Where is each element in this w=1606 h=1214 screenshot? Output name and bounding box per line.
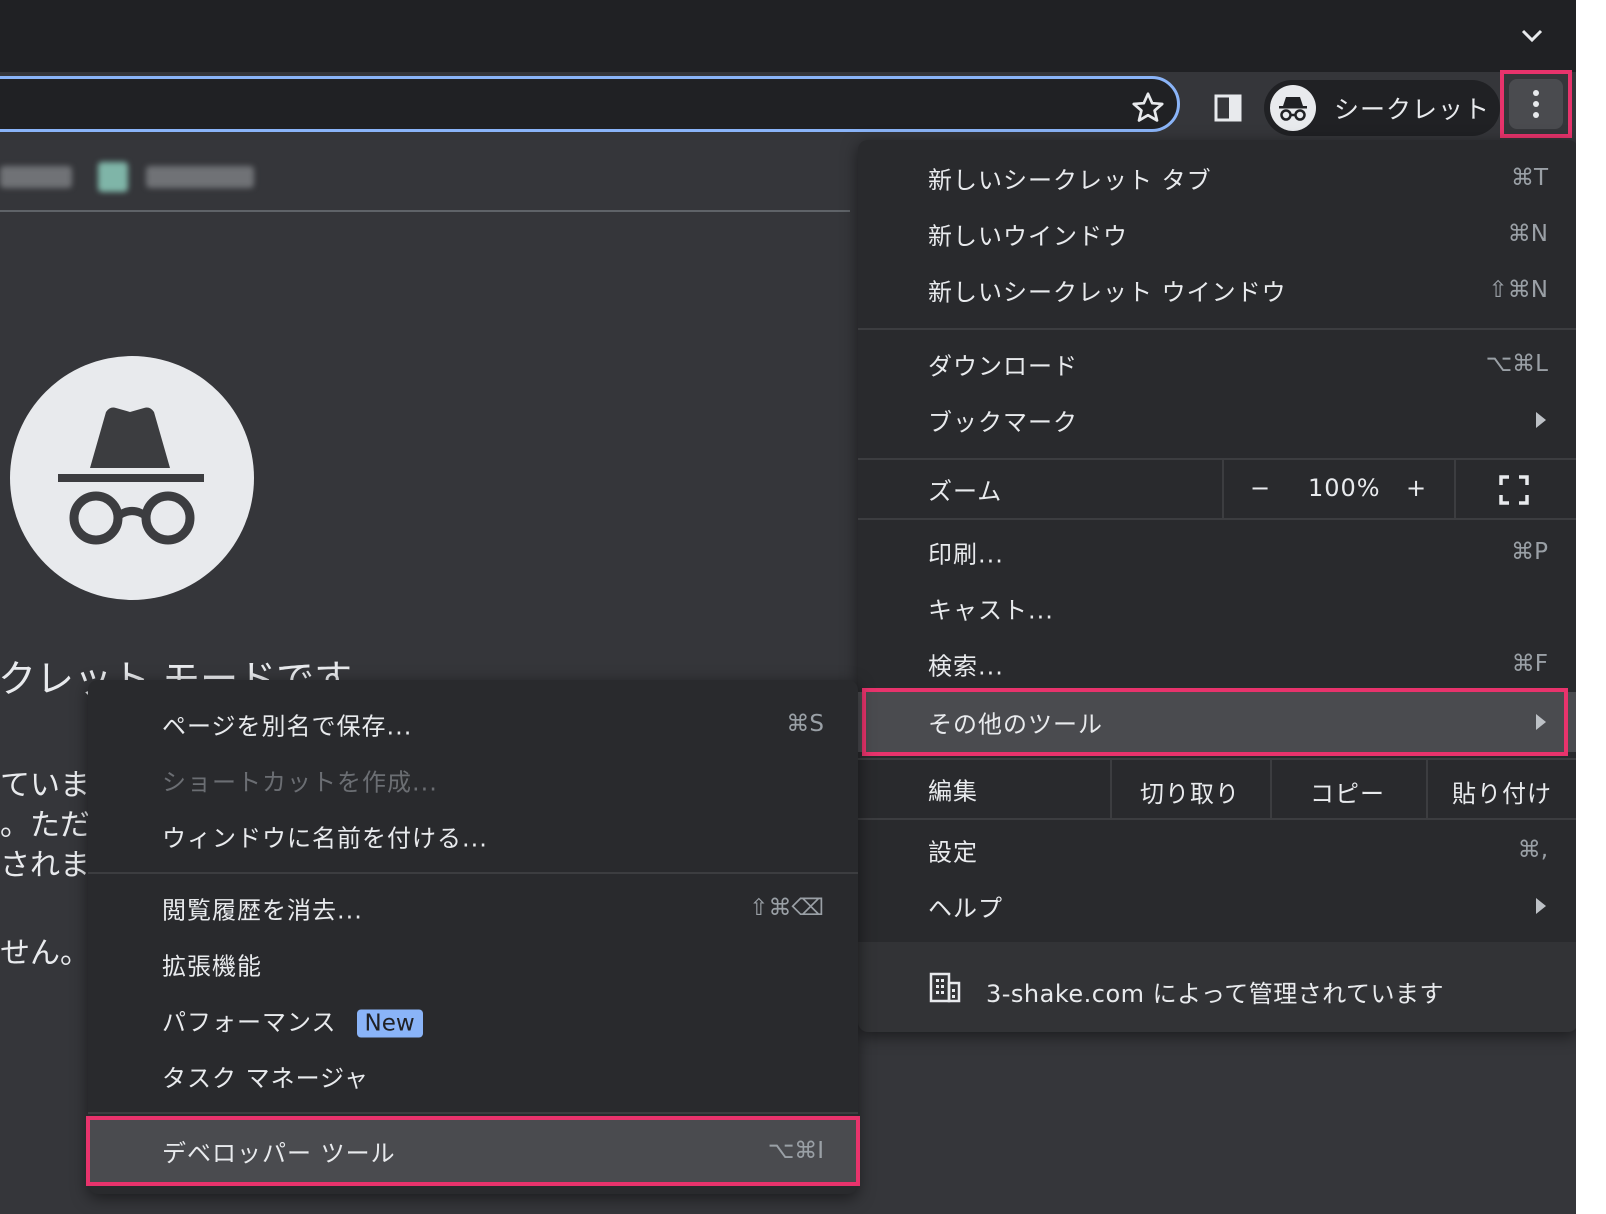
menu-item-downloads[interactable]: ダウンロード ⌥⌘L [858, 336, 1576, 392]
zoom-out-button[interactable]: − [1250, 474, 1271, 502]
building-icon [929, 972, 961, 1003]
submenu-arrow-icon [1536, 412, 1546, 428]
submenu-item-create-shortcut: ショートカットを作成... [162, 768, 438, 797]
blurred-bookmark[interactable] [146, 166, 254, 188]
submenu-item-save-page-as[interactable]: ページを別名で保存... ⌘S [88, 696, 858, 752]
submenu-item-task-manager[interactable]: タスク マネージャ [88, 1048, 858, 1104]
menu-separator [858, 818, 1576, 820]
paste-button[interactable]: 貼り付け [1452, 774, 1552, 809]
ntp-line: 。ただ [0, 808, 90, 843]
submenu-item-name-window[interactable]: ウィンドウに名前を付ける... [88, 808, 858, 864]
zoom-divider [1454, 460, 1456, 518]
fullscreen-button[interactable] [1498, 474, 1530, 506]
zoom-label: ズーム [928, 477, 1003, 506]
incognito-icon [58, 407, 204, 545]
bookmark-star-button[interactable] [1130, 90, 1166, 126]
zoom-divider [1222, 460, 1224, 518]
menu-item-new-window[interactable]: 新しいウインドウ ⌘N [858, 206, 1576, 262]
menu-item-new-incognito-window[interactable]: 新しいシークレット ウインドウ ⇧⌘N [858, 262, 1576, 318]
menu-separator [858, 518, 1576, 520]
address-bar[interactable] [0, 76, 1180, 132]
incognito-hero-icon [10, 356, 254, 600]
fullscreen-icon [1499, 475, 1529, 505]
edit-divider [1426, 760, 1428, 818]
blurred-bookmark-favicon [98, 162, 128, 192]
menu-separator [858, 328, 1576, 330]
ntp-line: せん。 [0, 936, 90, 971]
menu-row-zoom: ズーム [858, 460, 1576, 518]
submenu-item-performance[interactable]: パフォーマンス New [88, 992, 858, 1048]
menu-item-print[interactable]: 印刷... ⌘P [858, 524, 1576, 580]
edit-label: 編集 [928, 777, 978, 806]
submenu-separator [88, 872, 858, 874]
star-icon [1132, 92, 1164, 122]
menu-item-help[interactable]: ヘルプ [858, 878, 1576, 934]
tab-strip [0, 0, 1576, 72]
blurred-bookmark[interactable] [0, 166, 72, 188]
incognito-icon [1279, 97, 1307, 121]
managed-text: 3-shake.com によって管理されています [986, 980, 1445, 1008]
menu-item-new-incognito-tab[interactable]: 新しいシークレット タブ ⌘T [858, 150, 1576, 206]
menu-item-bookmarks[interactable]: ブックマーク [858, 392, 1576, 448]
submenu-arrow-icon [1536, 898, 1546, 914]
menu-item-settings[interactable]: 設定 ⌘, [858, 822, 1576, 878]
menu-item-cast[interactable]: キャスト... [858, 580, 1576, 636]
submenu-item-clear-browsing-data[interactable]: 閲覧履歴を消去... ⇧⌘⌫ [88, 880, 858, 936]
browser-window: シークレット クレット モードです ています 。ただ されます せん。 新しいシ… [0, 0, 1576, 1214]
edit-divider [1110, 760, 1112, 818]
chevron-down-icon [1521, 29, 1543, 43]
highlight-box-developer-tools [86, 1116, 860, 1186]
incognito-profile-chip[interactable]: シークレット [1264, 80, 1500, 136]
managed-by-notice[interactable]: 3-shake.com によって管理されています [858, 942, 1576, 1032]
zoom-value: 100% [1308, 474, 1381, 502]
incognito-avatar [1270, 85, 1316, 131]
edit-divider [1270, 760, 1272, 818]
incognito-label: シークレット [1334, 95, 1491, 124]
copy-button[interactable]: コピー [1310, 774, 1385, 809]
zoom-in-button[interactable]: + [1406, 474, 1427, 502]
submenu-separator [88, 1112, 858, 1114]
submenu-item-extensions[interactable]: 拡張機能 [88, 936, 858, 992]
new-badge: New [356, 1009, 423, 1038]
tab-search-button[interactable] [1516, 20, 1548, 52]
chrome-menu-button[interactable] [1500, 70, 1572, 138]
more-vert-icon [1509, 79, 1563, 129]
chrome-menu: 新しいシークレット タブ ⌘T 新しいウインドウ ⌘N 新しいシークレット ウイ… [858, 140, 1576, 1032]
bookmarks-bar [0, 142, 850, 212]
side-panel-icon [1214, 94, 1242, 122]
menu-item-find[interactable]: 検索... ⌘F [858, 636, 1576, 692]
more-tools-submenu: ページを別名で保存... ⌘S ショートカットを作成... ウィンドウに名前を付… [86, 680, 860, 1194]
side-panel-button[interactable] [1212, 92, 1244, 124]
cut-button[interactable]: 切り取り [1140, 774, 1240, 809]
highlight-box-more-tools [862, 688, 1568, 756]
